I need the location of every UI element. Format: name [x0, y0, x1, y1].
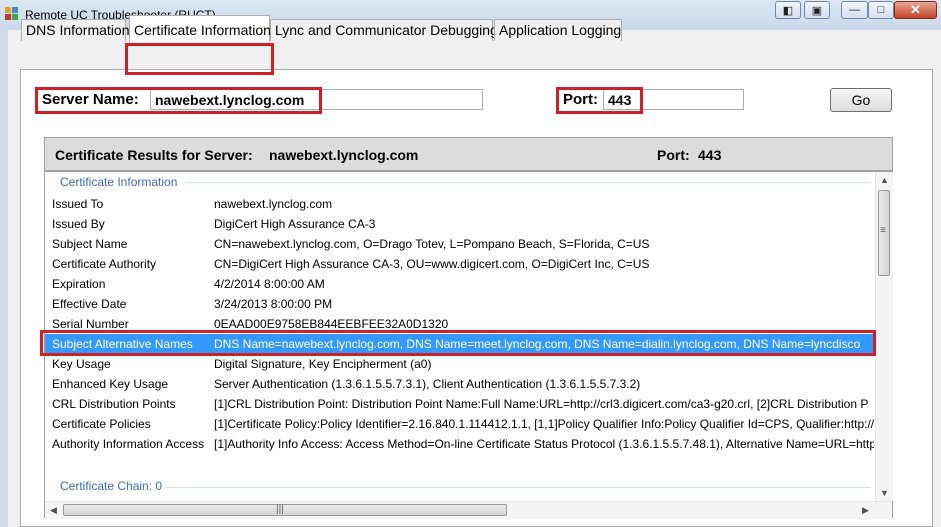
horizontal-scroll-thumb[interactable]: ||| [63, 504, 507, 516]
row-key: Certificate Authority [52, 257, 157, 271]
table-row[interactable]: Enhanced Key Usage Server Authentication … [45, 374, 874, 394]
table-row[interactable]: Effective Date 3/24/2013 8:00:00 PM [45, 294, 874, 314]
server-name-label: Server Name: [42, 91, 139, 108]
certificate-chain-title: Certificate Chain: 0 [58, 479, 165, 493]
row-key: Subject Name [52, 237, 128, 251]
port-input[interactable]: 443 [603, 89, 744, 110]
app-icon [5, 7, 18, 20]
row-value: DNS Name=nawebext.lynclog.com, DNS Name=… [214, 337, 861, 351]
table-row[interactable]: Serial Number 0EAAD00E9758EB844EEBFEE32A0… [45, 314, 874, 334]
tab-dns-information[interactable]: DNS Information [21, 19, 129, 41]
maximize-button[interactable]: □ [868, 1, 894, 19]
results-header-port: 443 [698, 147, 722, 163]
scroll-left-icon[interactable]: ◀ [50, 505, 57, 516]
grip-icon: ||| [276, 504, 284, 515]
scroll-down-icon[interactable]: ▼ [880, 488, 889, 498]
row-value: CN=DigiCert High Assurance CA-3, OU=www.… [214, 257, 650, 271]
scroll-right-icon[interactable]: ▶ [862, 505, 869, 516]
results-header-port-label: Port: [657, 147, 690, 163]
row-key: Enhanced Key Usage [52, 377, 169, 391]
vertical-scrollbar[interactable]: ▲ ≡ ▼ [875, 172, 893, 501]
row-value: nawebext.lynclog.com [214, 197, 333, 211]
row-value: Server Authentication (1.3.6.1.5.5.7.3.1… [214, 377, 641, 391]
table-row[interactable]: Certificate Policies [1]Certificate Polic… [45, 414, 874, 434]
row-key: Issued By [52, 217, 105, 231]
chain-divider [164, 487, 870, 488]
table-row[interactable]: CRL Distribution Points [1]CRL Distributi… [45, 394, 874, 414]
restore-icon[interactable]: ◧ [775, 1, 801, 19]
table-row[interactable]: Issued By DigiCert High Assurance CA-3 [45, 214, 874, 234]
table-row[interactable]: Key Usage Digital Signature, Key Encipher… [45, 354, 874, 374]
row-key: Certificate Policies [52, 417, 151, 431]
row-value: [1]CRL Distribution Point: Distribution … [214, 397, 869, 411]
row-key: CRL Distribution Points [52, 397, 176, 411]
tab-application-logging[interactable]: Application Logging [494, 19, 622, 41]
row-key: Expiration [52, 277, 106, 291]
minimize-button[interactable]: — [841, 1, 868, 19]
close-button[interactable]: ✕ [894, 1, 937, 19]
table-row[interactable]: Subject Alternative Names DNS Name=nawebe… [45, 334, 874, 354]
vertical-scroll-thumb[interactable]: ≡ [878, 190, 890, 276]
results-header: Certificate Results for Server: nawebext… [44, 137, 893, 171]
table-row[interactable]: Certificate Authority CN=DigiCert High As… [45, 254, 874, 274]
pin-icon[interactable]: ▣ [804, 1, 830, 19]
tab-lync-communicator-debugging[interactable]: Lync and Communicator Debugging [270, 19, 498, 41]
row-value: CN=nawebext.lynclog.com, O=Drago Totev, … [214, 237, 650, 251]
row-key: Effective Date [52, 297, 127, 311]
server-name-input[interactable]: nawebext.lynclog.com [150, 89, 483, 110]
port-label: Port: [563, 91, 598, 108]
row-value: Digital Signature, Key Encipherment (a0) [214, 357, 432, 371]
row-value: 3/24/2013 8:00:00 PM [214, 297, 333, 311]
go-button[interactable]: Go [830, 88, 892, 112]
results-header-label: Certificate Results for Server: [55, 147, 253, 163]
tab-certificate-information[interactable]: Certificate Information [129, 15, 271, 42]
results-header-server: nawebext.lynclog.com [269, 147, 419, 163]
table-row[interactable]: Authority Information Access [1]Authority… [45, 434, 874, 454]
row-value: DigiCert High Assurance CA-3 [214, 217, 376, 231]
grip-icon: ≡ [880, 225, 886, 236]
horizontal-scrollbar[interactable]: ◀ ||| ▶ [45, 501, 892, 519]
row-key: Subject Alternative Names [52, 337, 193, 351]
table-row[interactable]: Issued To nawebext.lynclog.com [45, 194, 874, 214]
row-value: 4/2/2014 8:00:00 AM [214, 277, 325, 291]
row-key: Serial Number [52, 317, 129, 331]
table-row[interactable]: Subject Name CN=nawebext.lynclog.com, O=D… [45, 234, 874, 254]
scroll-up-icon[interactable]: ▲ [880, 175, 889, 185]
row-value: 0EAAD00E9758EB844EEBFEE32A0D1320 [214, 317, 449, 331]
row-key: Issued To [52, 197, 104, 211]
row-key: Key Usage [52, 357, 111, 371]
certificate-information-group-title: Certificate Information [58, 175, 180, 189]
row-value: [1]Certificate Policy:Policy Identifier=… [214, 417, 874, 431]
table-row[interactable]: Expiration 4/2/2014 8:00:00 AM [45, 274, 874, 294]
row-value: [1]Authority Info Access: Access Method=… [214, 437, 874, 451]
group-divider [186, 182, 870, 183]
row-key: Authority Information Access [52, 437, 205, 451]
